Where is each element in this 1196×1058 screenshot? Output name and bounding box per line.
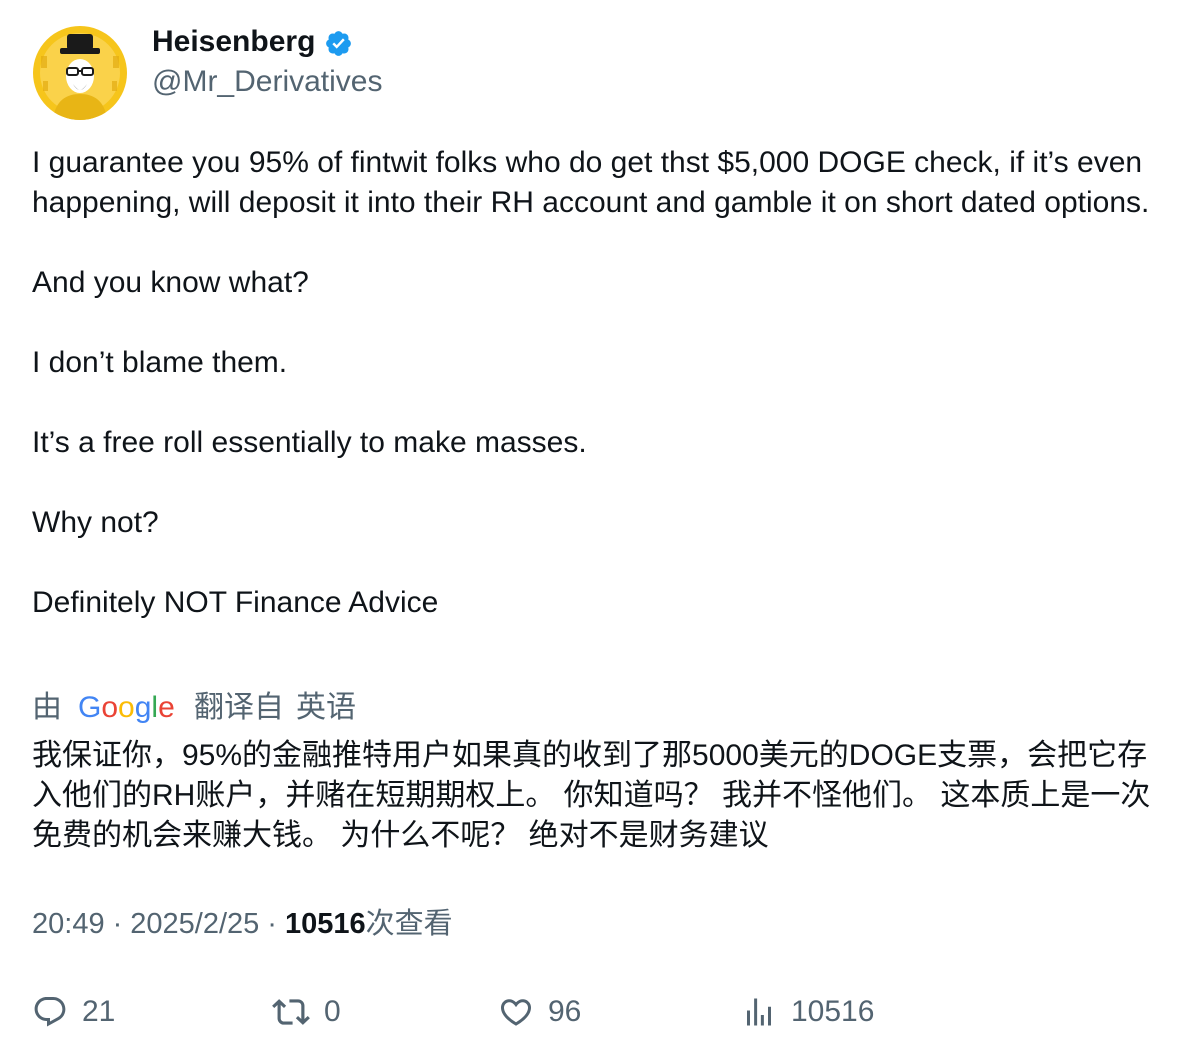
views-action-count: 10516 — [791, 995, 875, 1028]
tweet-time[interactable]: 20:49 — [32, 904, 105, 944]
like-button[interactable]: 96 — [498, 990, 581, 1034]
views-button[interactable]: 10516 — [741, 990, 874, 1034]
analytics-icon — [747, 998, 771, 1026]
reply-count: 21 — [82, 995, 116, 1028]
tweet-text: I guarantee you 95% of fintwit folks who… — [32, 143, 1172, 623]
views-label: 次查看 — [365, 908, 453, 940]
google-logo-text: Google — [78, 692, 175, 724]
translation-attribution: 由 Google 翻译自 英语 — [32, 688, 356, 728]
retweet-icon — [272, 999, 310, 1025]
translation-from-label: 翻译自 — [194, 691, 284, 724]
avatar[interactable] — [33, 26, 127, 120]
translation-source-language[interactable]: 英语 — [296, 688, 356, 728]
tweet-date[interactable]: 2025/2/25 — [130, 904, 259, 944]
tweet-paragraph: I don’t blame them. — [32, 346, 288, 379]
translated-text: 我保证你，95%的金融推特用户如果真的收到了那5000美元的DOGE支票，会把它… — [32, 739, 1151, 852]
reply-button[interactable]: 21 — [32, 990, 115, 1034]
author-display-name[interactable]: Heisenberg — [152, 22, 315, 62]
tweet-paragraph: It’s a free roll essentially to make mas… — [32, 426, 587, 459]
views-count: 10516 — [284, 908, 366, 940]
meta-separator: · — [112, 908, 123, 940]
like-count: 96 — [548, 995, 582, 1028]
author-handle[interactable]: @Mr_Derivatives — [152, 62, 383, 102]
tweet-meta: 20:49 · 2025/2/25 · 10516 次查看 — [32, 904, 453, 944]
meta-separator: · — [267, 908, 277, 940]
translation-by-label: 由 — [32, 691, 62, 724]
author-name-row: Heisenberg — [152, 22, 353, 62]
verified-badge-icon — [326, 31, 352, 56]
action-bar: 21 0 96 10516 — [0, 990, 1196, 1034]
tweet-paragraph: And you know what? — [32, 266, 309, 299]
tweet-card: Heisenberg @Mr_Derivatives I guarantee y… — [0, 0, 1196, 1058]
reply-icon — [34, 997, 66, 1027]
google-logo-icon: Google — [78, 692, 175, 724]
avatar-image — [33, 26, 127, 120]
tweet-paragraph: Definitely NOT Finance Advice — [32, 586, 439, 619]
heart-icon — [500, 999, 532, 1026]
retweet-count: 0 — [324, 995, 341, 1028]
retweet-button[interactable]: 0 — [272, 990, 341, 1034]
tweet-paragraph: Why not? — [32, 506, 159, 539]
tweet-paragraph: I guarantee you 95% of fintwit folks who… — [32, 146, 1151, 219]
